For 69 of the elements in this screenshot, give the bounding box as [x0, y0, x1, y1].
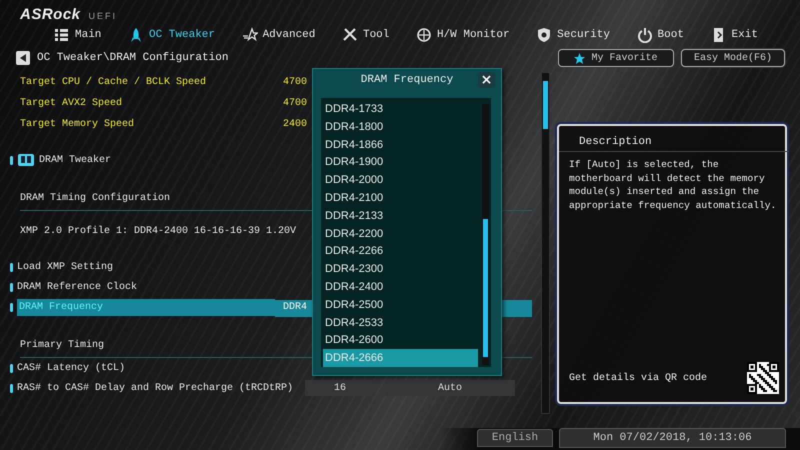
frequency-option[interactable]: DDR4-2200	[323, 224, 478, 242]
frequency-option[interactable]: DDR4-1866	[323, 136, 478, 154]
row-marker	[10, 156, 13, 164]
frequency-option[interactable]: DDR4-2400	[323, 278, 478, 296]
row-marker	[10, 302, 13, 312]
frequency-option[interactable]: DDR4-2500	[323, 296, 478, 314]
breadcrumb-path: OC Tweaker\DRAM Configuration	[37, 52, 230, 64]
frequency-option[interactable]: DDR4-2266	[323, 242, 478, 260]
triangle-left-icon	[20, 54, 26, 62]
menu-tab[interactable]: Security	[534, 27, 612, 43]
power-icon	[636, 27, 653, 43]
menu-tab[interactable]: Advanced	[240, 27, 318, 43]
info-label: Target CPU / Cache / BCLK Speed	[20, 77, 206, 88]
scroll-bar[interactable]	[482, 104, 489, 365]
frequency-option[interactable]: DDR4-2600	[323, 331, 478, 350]
frequency-option[interactable]: DDR4-1733	[323, 100, 478, 118]
memory-icon	[18, 154, 34, 166]
frequency-option[interactable]: DDR4-2100	[323, 189, 478, 207]
qr-caption: Get details via QR code	[569, 372, 708, 384]
qr-code-icon	[747, 362, 779, 394]
description-text: If [Auto] is selected, the motherboard will detect the memory module(s) inserted and assign the appropriate frequency automatically.	[569, 158, 778, 212]
star-icon	[242, 27, 258, 43]
info-label: Target AVX2 Speed	[20, 98, 122, 109]
menu-tab[interactable]: Main	[52, 27, 104, 43]
favorite-button[interactable]: My Favorite	[558, 49, 674, 67]
star-icon	[574, 52, 586, 64]
crosshair-icon	[416, 27, 432, 43]
frequency-option[interactable]: DDR4-2300	[323, 260, 478, 278]
menu-tab[interactable]: OC Tweaker	[126, 27, 217, 43]
list-icon	[54, 27, 70, 43]
language-button[interactable]: English	[477, 429, 553, 447]
value-field[interactable]: 16	[305, 380, 375, 396]
profile-text: XMP 2.0 Profile 1: DDR4-2400 16-16-16-39 1.20V	[20, 226, 296, 236]
row-marker	[10, 364, 13, 372]
section-link[interactable]: DRAM Tweaker	[39, 154, 112, 166]
frequency-option[interactable]: DDR4-1900	[323, 153, 478, 172]
shield-icon	[536, 27, 552, 43]
menu-tab[interactable]: Exit	[708, 27, 760, 43]
logo-suffix: UEFI	[88, 11, 118, 21]
setting-label[interactable]: RAS# to CAS# Delay and Row Precharge (tRCDtRP)	[17, 382, 294, 394]
value-field[interactable]: Auto	[385, 380, 515, 396]
date-time: Mon 07/02/2018, 10:13:06	[559, 428, 786, 448]
close-button[interactable]: ×	[478, 72, 495, 88]
row-marker	[10, 262, 13, 272]
frequency-option[interactable]: DDR4-1800	[323, 118, 478, 136]
row-marker	[10, 384, 13, 392]
info-value: 4700	[283, 98, 308, 109]
panel-title: Description	[559, 132, 789, 152]
menu-tab[interactable]: Boot	[634, 27, 686, 43]
easy-mode-button[interactable]: Easy Mode(F6)	[681, 49, 785, 67]
frequency-option[interactable]: DDR4-2133	[323, 206, 478, 225]
setting-label[interactable]: CAS# Latency (tCL)	[17, 362, 126, 374]
group-heading: DRAM Timing Configuration	[20, 192, 170, 204]
menu-tab[interactable]: H/W Monitor	[414, 27, 512, 43]
back-button[interactable]	[16, 51, 30, 65]
setting-label[interactable]: DRAM Reference Clock	[17, 282, 138, 292]
info-value: 4700	[283, 77, 308, 88]
popup-title: DRAM Frequency	[360, 74, 454, 86]
frequency-option[interactable]: DDR4-2533	[323, 314, 478, 332]
row-marker	[10, 282, 13, 292]
brand-logo: ASRock	[20, 6, 81, 23]
info-value: 2400	[283, 119, 308, 130]
info-label: Target Memory Speed	[20, 119, 134, 130]
setting-label[interactable]: Load XMP Setting	[17, 262, 114, 272]
scroll-bar[interactable]	[541, 72, 550, 414]
frequency-option[interactable]: DDR4-2000	[323, 171, 478, 190]
setting-value: DDR4	[283, 302, 308, 312]
menu-tab[interactable]: Tool	[340, 27, 392, 43]
group-heading: Primary Timing	[20, 340, 104, 350]
